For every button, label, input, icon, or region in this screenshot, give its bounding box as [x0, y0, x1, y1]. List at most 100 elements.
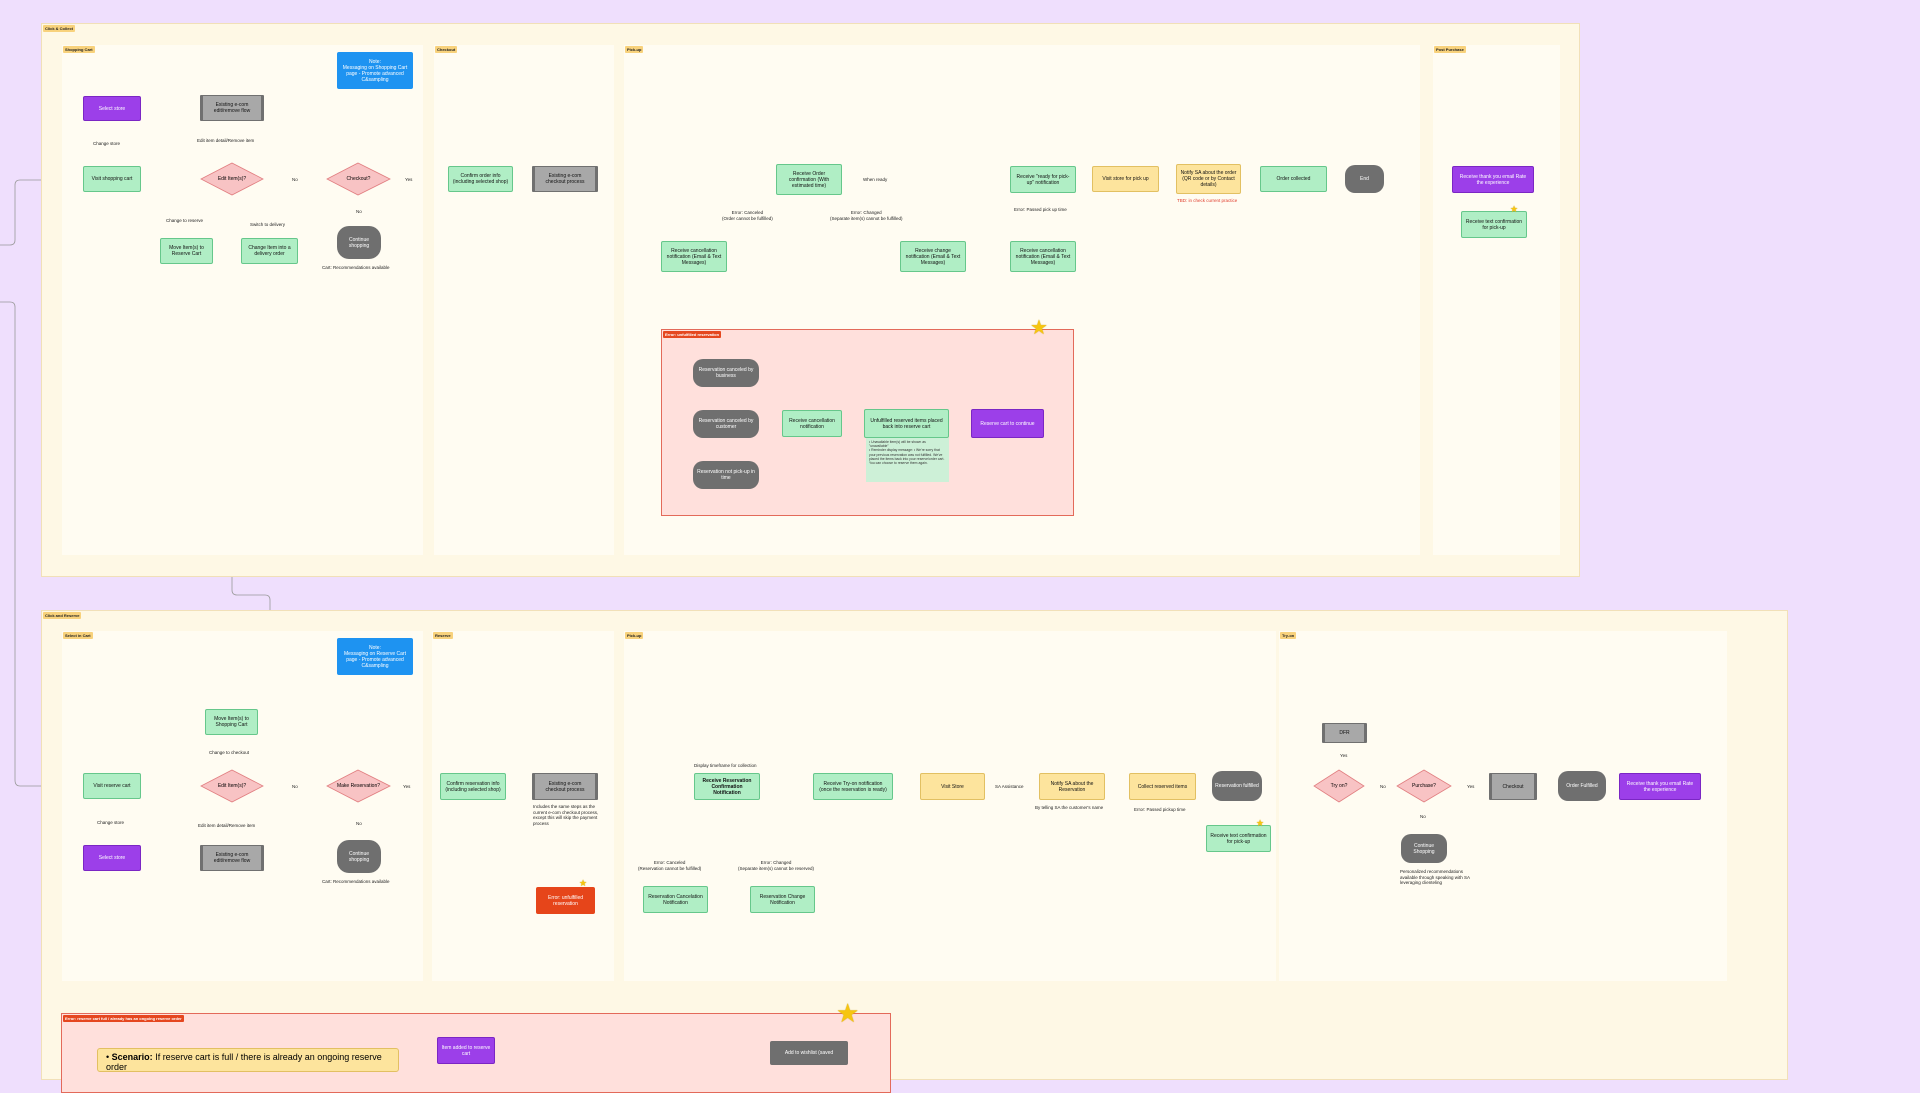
canceled-by-business-node[interactable]: Reservation canceled by business [693, 359, 759, 387]
change-delivery-node[interactable]: Change Item into a delivery order [241, 238, 298, 264]
move-reserve-node[interactable]: Move Item(s) to Reserve Cart [160, 238, 213, 264]
thank-you-node-2[interactable]: Receive thank you email Rate the experie… [1619, 773, 1701, 800]
note-reserve-cart: Note: Messaging on Reserve Cart page - P… [337, 638, 413, 675]
decision-label: Checkout? [346, 176, 371, 182]
lane-label: Select in Cart [63, 632, 93, 639]
scenario-label: Scenario: [111, 1052, 153, 1062]
change-store-label: Change store [93, 141, 121, 146]
decision-label: Edit Item(s)? [217, 176, 247, 182]
visit-cart-node[interactable]: Visit shopping cart [83, 166, 141, 192]
move-shopping-node[interactable]: Move Item(s) to Shopping Cart [205, 709, 258, 735]
decision-label: Purchase? [1412, 783, 1436, 789]
canceled-by-customer-node[interactable]: Reservation canceled by customer [693, 410, 759, 438]
not-picked-up-node[interactable]: Reservation not pick-up in time [693, 461, 759, 489]
yes-label: Yes [403, 784, 411, 789]
receive-reservation-confirmation-node[interactable]: Receive Reservation Confirmation Notific… [694, 773, 760, 800]
order-collected-node[interactable]: Order collected [1260, 166, 1327, 192]
receive-order-confirmation-node[interactable]: Receive Order confirmation (With estimat… [776, 164, 842, 195]
order-fulfilled-node: Order Fulfilled [1558, 771, 1606, 801]
visit-reserve-cart-node[interactable]: Visit reserve cart [83, 773, 141, 799]
receive-tryon-node[interactable]: Receive Try-on notification (once the re… [813, 773, 893, 800]
no-label: No [1420, 814, 1426, 819]
unfulfilled-items-node[interactable]: Unfulfilled reserved items placed back i… [864, 409, 949, 438]
star-icon: ★ [1030, 317, 1048, 339]
reserve-cart-continue-node[interactable]: Reserve cart to continue [971, 409, 1044, 438]
edit-items-decision[interactable]: Edit Item(s)? [200, 162, 264, 196]
notify-sa-node[interactable]: Notify SA about the order (QR code or by… [1176, 164, 1241, 194]
make-reservation-decision[interactable]: Make Reservation? [326, 769, 391, 803]
dfr-node[interactable]: DFR [1322, 723, 1367, 743]
lane-label: Try-on [1280, 632, 1297, 639]
existing-checkout-node[interactable]: Existing e-com checkout process [532, 166, 598, 192]
bottom-section-title: Click and Reserve [43, 612, 82, 619]
lane-label: Post Purchase [1434, 46, 1466, 53]
text-confirmation-node[interactable]: Receive text confirmation for pick-up [1461, 211, 1527, 238]
existing-edit-node[interactable]: Existing e-com edit/remove flow [200, 95, 264, 121]
error-canceled-label: Error: Canceled (Reservation cannot be f… [638, 860, 702, 871]
decision-label: Edit Item(s)? [217, 783, 247, 789]
star-icon: ★ [1256, 818, 1265, 828]
sa-assistance-label: SA Assistance [995, 784, 1024, 789]
lane-pickup-2: Pick-up [624, 631, 1276, 981]
lane-post-purchase: Post Purchase [1433, 45, 1560, 555]
no-label: No [356, 821, 362, 826]
tryon-decision[interactable]: Try on? [1313, 769, 1365, 803]
no-label: No [1380, 784, 1386, 789]
no-label: No [356, 209, 362, 214]
cart-reco-label: Cart: Recommendations available [322, 265, 390, 270]
purchase-decision[interactable]: Purchase? [1396, 769, 1452, 803]
checkout-node[interactable]: Checkout [1489, 773, 1537, 800]
continue-shopping-node-3[interactable]: Continue Shopping [1401, 834, 1447, 863]
yes-label: Yes [1467, 784, 1475, 789]
reservation-cancel-notification-node[interactable]: Reservation Cancelation Notification [643, 886, 708, 913]
decision-label: Make Reservation? [336, 783, 381, 789]
select-store-node[interactable]: Select store [83, 96, 141, 121]
existing-edit-node-2[interactable]: Existing e-com edit/remove flow [200, 845, 264, 871]
text-confirmation-node-2[interactable]: Receive text confirmation for pick-up [1206, 825, 1271, 852]
yes-label: Yes [405, 177, 413, 182]
select-store-node-2[interactable]: Select store [83, 845, 141, 871]
confirm-order-node[interactable]: Confirm order info (including selected s… [448, 166, 513, 192]
receive-cancel-node-1[interactable]: Receive cancellation notification (Email… [661, 241, 727, 272]
edit-items-decision-2[interactable]: Edit Item(s)? [200, 769, 264, 803]
confirm-reservation-node[interactable]: Confirm reservation info (including sele… [440, 773, 506, 800]
receive-change-node[interactable]: Receive change notification (Email & Tex… [900, 241, 966, 272]
includes-same-label: Includes the same steps as the current e… [533, 804, 599, 826]
note-shopping-cart: Note: Messaging on Shopping Cart page - … [337, 52, 413, 89]
lane-label: Checkout [435, 46, 458, 53]
collect-items-node[interactable]: Collect reserved items [1129, 773, 1196, 800]
item-added-node[interactable]: Item added to reserve cart [437, 1037, 495, 1064]
scenario-box: • Scenario: If reserve cart is full / th… [97, 1048, 399, 1072]
star-icon: ★ [836, 998, 860, 1028]
lane-label: Pick-up [625, 632, 644, 639]
unfulfilled-note: • Unavailable item(s) will be shown as "… [866, 438, 949, 482]
checkout-decision[interactable]: Checkout? [326, 162, 391, 196]
visit-store-node-2[interactable]: Visit Store [920, 773, 985, 800]
error-changed-label: Error: Changed (Separate item(s) cannot … [738, 860, 815, 871]
error-group-title: Error: unfulfilled reservation [663, 331, 722, 338]
lane-label: Shopping Cart [63, 46, 95, 53]
personalized-label: Personalized recommendations available t… [1400, 869, 1470, 885]
continue-shopping-node-2[interactable]: Continue shopping [337, 840, 381, 873]
receive-cancel-notification-node[interactable]: Receive cancellation notification [782, 410, 842, 437]
edit-detail-label: Edit item detail/Remove item [197, 138, 255, 143]
switch-delivery-label: Switch to delivery [250, 222, 286, 227]
reservation-change-notification-node[interactable]: Reservation Change Notification [750, 886, 815, 913]
no-label: No [292, 784, 298, 789]
existing-checkout-node-2[interactable]: Existing e-com checkout process [532, 773, 598, 800]
change-checkout-label: Change to checkout [209, 750, 250, 755]
lane-shopping-cart: Shopping Cart [62, 45, 423, 555]
visit-store-node[interactable]: Visit store for pick up [1092, 166, 1159, 192]
no-label: No [292, 177, 298, 182]
receive-ready-node[interactable]: Receive "ready for pick-up" notification [1010, 166, 1076, 193]
receive-cancel-node-2[interactable]: Receive cancellation notification (Email… [1010, 241, 1076, 272]
notify-sa-node-2[interactable]: Notify SA about the Reservation [1039, 773, 1105, 800]
decision-label: Try on? [1330, 783, 1348, 789]
add-wishlist-node[interactable]: Add to wishlist (saved [770, 1041, 848, 1065]
change-store-label: Change store [97, 820, 125, 825]
error-unfulfilled-node[interactable]: Error: unfulfilled reservation [536, 887, 595, 914]
lane-checkout: Checkout [434, 45, 614, 555]
star-icon: ★ [579, 878, 588, 888]
continue-shopping-node[interactable]: Continue shopping [337, 226, 381, 259]
thank-you-node[interactable]: Receive thank you email Rate the experie… [1452, 166, 1534, 193]
